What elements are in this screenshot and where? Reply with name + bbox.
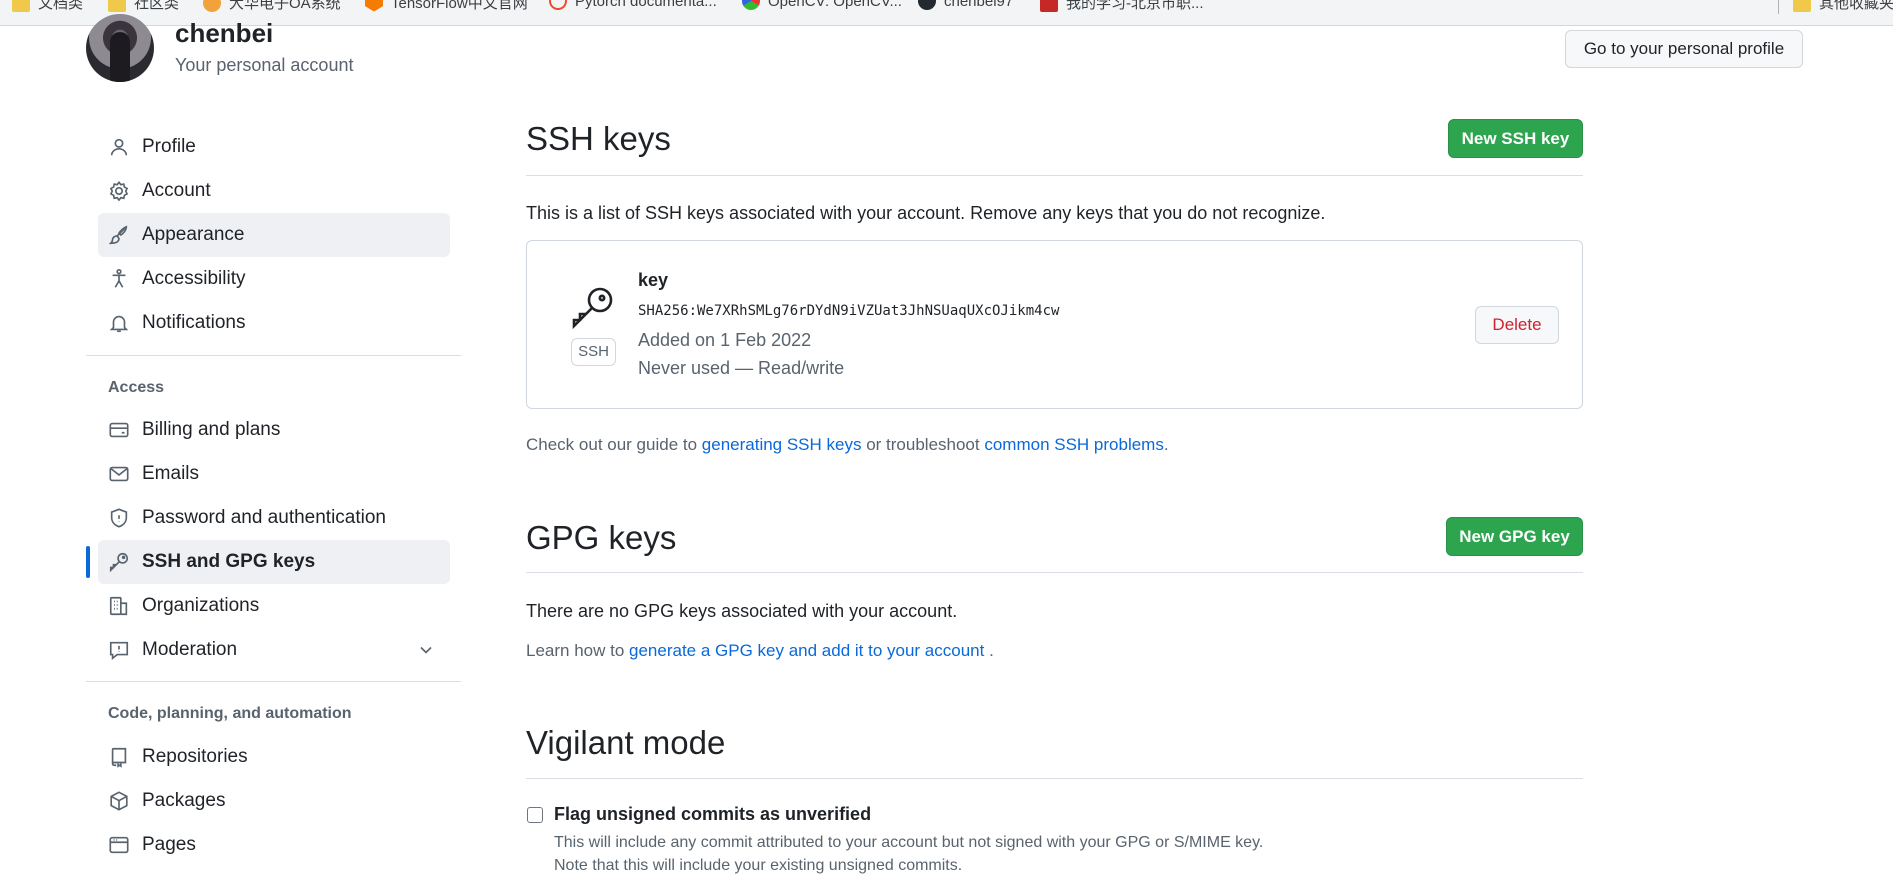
bookmark-item[interactable]: 大华电子OA系统 bbox=[203, 0, 341, 13]
sidebar-item-accessibility[interactable]: Accessibility bbox=[98, 257, 450, 301]
person-icon bbox=[108, 136, 130, 158]
folder-icon bbox=[108, 0, 126, 12]
account-username: chenbei bbox=[175, 18, 274, 48]
generate-gpg-key-link[interactable]: generate a GPG key and add it to your ac… bbox=[629, 641, 984, 660]
delete-ssh-key-button[interactable]: Delete bbox=[1475, 306, 1559, 344]
gpg-empty-message: There are no GPG keys associated with yo… bbox=[526, 601, 958, 621]
bookmark-item[interactable]: OpenCV: OpenCV... bbox=[742, 0, 902, 10]
organization-icon bbox=[108, 595, 130, 617]
sidebar-item-emails[interactable]: Emails bbox=[98, 452, 450, 496]
pytorch-icon bbox=[549, 0, 567, 10]
section-divider bbox=[526, 572, 1583, 573]
sidebar-item-repositories[interactable]: Repositories bbox=[98, 735, 450, 779]
mail-icon bbox=[108, 463, 130, 485]
sidebar-item-appearance[interactable]: Appearance bbox=[98, 213, 450, 257]
ssh-key-usage: Never used — Read/write bbox=[638, 358, 845, 378]
sidebar-item-moderation[interactable]: Moderation bbox=[98, 628, 450, 672]
ssh-key-fingerprint: SHA256:We7XRhSMLg76rDYdN9iVZUat3JhNSUaqU… bbox=[638, 303, 1060, 319]
red-square-icon bbox=[1040, 0, 1058, 12]
paintbrush-icon bbox=[108, 224, 130, 246]
opencv-icon bbox=[742, 0, 760, 10]
go-to-profile-button[interactable]: Go to your personal profile bbox=[1565, 30, 1803, 68]
sidebar-item-billing[interactable]: Billing and plans bbox=[98, 408, 450, 452]
sidebar-divider bbox=[86, 355, 461, 356]
bookmark-item[interactable]: chenbei97 bbox=[918, 0, 1013, 10]
gear-icon bbox=[108, 180, 130, 202]
flag-unsigned-commits-checkbox[interactable] bbox=[527, 807, 543, 823]
bookmark-item[interactable]: 文档类 bbox=[12, 0, 83, 13]
vigilant-note: Note that this will include your existin… bbox=[554, 857, 963, 874]
chevron-down-icon[interactable] bbox=[416, 640, 436, 660]
sidebar-item-profile[interactable]: Profile bbox=[98, 125, 450, 169]
avatar[interactable] bbox=[86, 14, 154, 82]
accessibility-icon bbox=[108, 268, 130, 290]
generating-ssh-keys-link[interactable]: generating SSH keys bbox=[702, 435, 862, 454]
tensorflow-icon bbox=[365, 0, 383, 12]
ssh-key-card: SSH key SHA256:We7XRhSMLg76rDYdN9iVZUat3… bbox=[526, 240, 1583, 409]
shield-icon bbox=[108, 507, 130, 529]
new-ssh-key-button[interactable]: New SSH key bbox=[1448, 119, 1583, 158]
ssh-guide-text: Check out our guide to generating SSH ke… bbox=[526, 435, 1169, 454]
bell-icon bbox=[108, 312, 130, 334]
credit-card-icon bbox=[108, 419, 130, 441]
bookmark-item[interactable]: TensorFlow中文官网 bbox=[365, 0, 528, 13]
gpg-keys-heading: GPG keys bbox=[526, 519, 677, 556]
bookmark-item[interactable]: 其他收藏夹 bbox=[1793, 0, 1893, 13]
common-ssh-problems-link[interactable]: common SSH problems bbox=[984, 435, 1164, 454]
flag-unsigned-commits-label[interactable]: Flag unsigned commits as unverified bbox=[554, 804, 871, 825]
account-subtitle: Your personal account bbox=[175, 55, 354, 75]
active-indicator bbox=[86, 546, 90, 578]
key-icon bbox=[572, 287, 613, 330]
package-icon bbox=[108, 790, 130, 812]
folder-icon bbox=[1793, 0, 1811, 12]
bookmark-divider bbox=[1778, 0, 1779, 14]
bookmark-item[interactable]: 社区类 bbox=[108, 0, 179, 13]
sidebar-item-ssh-gpg-keys[interactable]: SSH and GPG keys bbox=[98, 540, 450, 584]
bookmarks-bar: 文档类 社区类 大华电子OA系统 TensorFlow中文官网 Pytorch … bbox=[0, 0, 1893, 26]
sidebar-item-organizations[interactable]: Organizations bbox=[98, 584, 450, 628]
section-divider bbox=[526, 175, 1583, 176]
ssh-key-added-date: Added on 1 Feb 2022 bbox=[638, 330, 812, 350]
sidebar-item-account[interactable]: Account bbox=[98, 169, 450, 213]
sidebar-item-notifications[interactable]: Notifications bbox=[98, 301, 450, 345]
ssh-description: This is a list of SSH keys associated wi… bbox=[526, 203, 1326, 223]
vigilant-mode-heading: Vigilant mode bbox=[526, 724, 726, 761]
bookmark-item[interactable]: 我的学习-北京市职... bbox=[1040, 0, 1204, 13]
new-gpg-key-button[interactable]: New GPG key bbox=[1446, 517, 1583, 556]
ssh-badge: SSH bbox=[571, 338, 616, 366]
section-label-code: Code, planning, and automation bbox=[108, 705, 352, 722]
report-icon bbox=[108, 639, 130, 661]
sidebar-divider bbox=[86, 681, 461, 682]
section-label-access: Access bbox=[108, 379, 165, 396]
browser-icon bbox=[108, 834, 130, 856]
gpg-learn-text: Learn how to generate a GPG key and add … bbox=[526, 641, 994, 660]
sidebar-item-pages[interactable]: Pages bbox=[98, 823, 450, 867]
ssh-key-title: key bbox=[638, 270, 669, 290]
key-icon bbox=[108, 551, 130, 573]
folder-icon bbox=[12, 0, 30, 12]
circle-orange-icon bbox=[203, 0, 221, 12]
sidebar-item-password-auth[interactable]: Password and authentication bbox=[98, 496, 450, 540]
ssh-keys-heading: SSH keys bbox=[526, 120, 671, 157]
section-divider bbox=[526, 778, 1583, 779]
bookmark-item[interactable]: Pytorch documenta... bbox=[549, 0, 717, 10]
github-icon bbox=[918, 0, 936, 10]
vigilant-description: This will include any commit attributed … bbox=[554, 834, 1264, 851]
sidebar-item-packages[interactable]: Packages bbox=[98, 779, 450, 823]
repo-icon bbox=[108, 746, 130, 768]
